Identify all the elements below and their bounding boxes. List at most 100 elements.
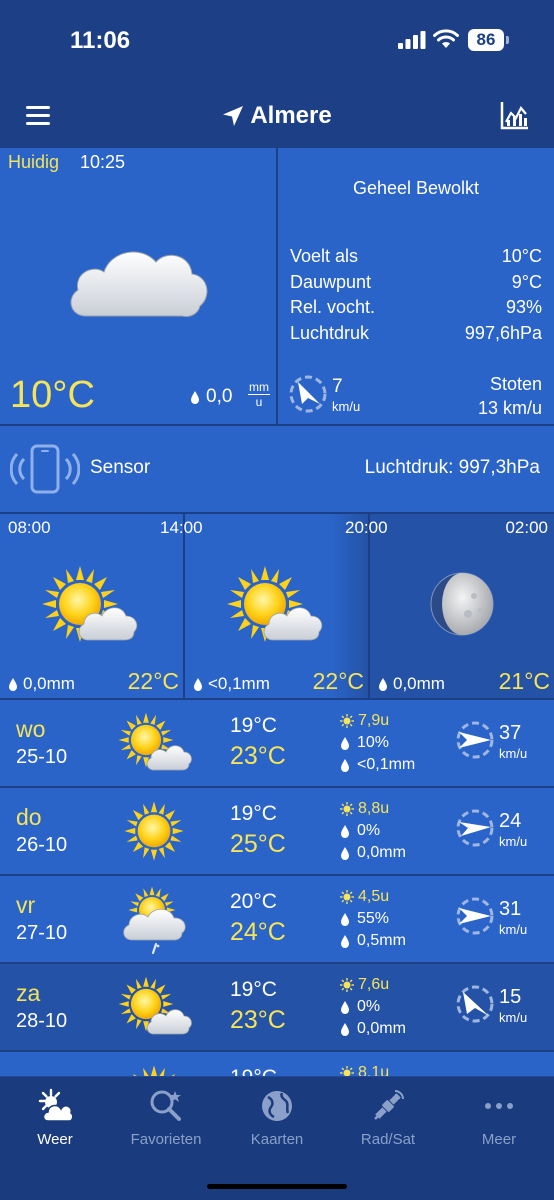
hour-precip-value: 0,0mm [23,674,75,693]
precip-unit-top: mm [248,380,270,395]
current-time: 10:25 [80,152,126,172]
tab-label: Kaarten [250,1131,304,1148]
sun-hours-value: 8,8u [358,800,390,817]
sun-hours-value: 7,9u [358,712,390,729]
current-precipitation: 0,0 [190,386,232,408]
drop-icon [341,935,349,948]
sensor-label: Sensor [90,457,151,478]
location-title[interactable]: Almere [0,84,554,148]
tab-meer[interactable]: Meer [444,1087,554,1148]
hour-time: 20:00 [345,518,388,537]
sun-hours: 7,6u [340,974,406,996]
sensor-pressure: Luchtdruk: 997,3hPa [364,457,540,478]
battery-tip [506,36,509,44]
hourly-forecast[interactable]: 08:00 0,0mm 22°C 14:00 <0,1mm 22°C 20:00… [0,514,554,698]
hourly-block[interactable]: 14:00 <0,1mm 22°C [160,514,368,698]
globe-icon [262,1091,292,1121]
city-name: Almere [250,102,332,129]
tab-rad-sat[interactable]: Rad/Sat [333,1087,443,1148]
drop-icon [341,913,349,926]
current-temperature: 10°C [10,374,95,416]
condition-text: Geheel Bewolkt [352,178,480,198]
day-max-temp: 23°C [230,742,286,770]
chart-icon[interactable] [500,100,530,130]
sun-cloud-icon [227,566,323,642]
day-date: 26-10 [16,834,68,856]
day-min-temp: 19°C [230,802,277,825]
drop-icon [341,847,349,860]
day-row[interactable]: za 28-10 19°C 23°C 7,6u 0% 0,0mm 15 km/u [0,964,554,1050]
sun-cloud-icon [42,566,138,642]
day-info: 8,8u 0% 0,0mm [340,798,406,864]
current-left-panel: Huidig 10:25 10°C 0,0 mm u [0,148,276,424]
hour-precip: 0,0mm [8,674,75,694]
day-date: 25-10 [16,746,68,768]
day-min-temp: 19°C [230,978,277,1001]
metric-label: Rel. vocht. [290,297,376,317]
sun-hours-value: 7,6u [358,976,390,993]
wind-direction-icon [289,375,327,413]
sun-hours-value: 4,5u [358,888,390,905]
sun-hours: 8,8u [340,798,406,820]
home-indicator[interactable] [207,1184,347,1189]
day-row[interactable]: do 26-10 19°C 25°C 8,8u 0% 0,0mm 24 km/u [0,788,554,874]
drop-icon [341,825,349,838]
day-date: 27-10 [16,922,68,944]
hourly-block[interactable]: 20:00 02:00 0,0mm 21°C [345,514,554,698]
precip-amount-value: 0,0mm [357,844,406,861]
metric-label: Voelt als [290,246,359,266]
sensor-row[interactable]: Sensor Luchtdruk: 997,3hPa [0,426,554,512]
metric-row: Rel. vocht. 93% [290,297,542,323]
phone-sensor-icon [10,444,80,494]
sun-hours: 7,9u [340,710,415,732]
day-wind-speed: 37 [499,722,522,744]
current-conditions[interactable]: Huidig 10:25 10°C 0,0 mm u Geheel Bewolk… [0,148,554,424]
precip-amount-value: 0,5mm [357,932,406,949]
precip-amount: 0,0mm [340,1018,406,1040]
hour-temp: 22°C [312,668,364,694]
hourly-block[interactable]: 08:00 0,0mm 22°C [0,514,183,698]
metric-label: Luchtdruk [290,322,370,343]
gust-value: 13 km/u [477,398,542,418]
day-wind-unit: km/u [499,834,528,849]
wind-direction-icon [456,897,494,935]
status-bar: 11:06 86 [0,0,554,84]
location-arrow-icon [223,106,244,126]
day-name: vr [16,892,36,918]
day-row[interactable]: wo 25-10 19°C 23°C 7,9u 10% <0,1mm 37 km… [0,700,554,786]
precip-chance-value: 10% [357,734,390,751]
wind-direction-icon [456,985,494,1023]
hour-time: 08:00 [8,518,51,537]
battery-indicator: 86 [468,29,504,51]
satellite-icon [374,1090,404,1120]
precip-chance-value: 55% [357,910,390,927]
day-name: za [16,980,41,1006]
day-row[interactable]: vr 27-10 20°C 24°C 4,5u 55% 0,5mm 31 km/… [0,876,554,962]
more-icon [485,1103,513,1109]
tab-bar: Weer Favorieten Kaarten Rad/Sat Meer [0,1076,554,1200]
tab-weer[interactable]: Weer [0,1087,110,1148]
day-wind-unit: km/u [499,922,528,937]
wind-direction-icon [456,809,494,847]
drop-icon [379,678,387,691]
drop-icon [9,678,17,691]
day-min-temp: 19°C [230,714,277,737]
tab-kaarten[interactable]: Kaarten [222,1087,332,1148]
drop-icon [194,678,202,691]
sun-cloud-icon [118,712,192,771]
wind-direction-icon [456,721,494,759]
sun-small-icon [340,978,354,992]
weather-icon [38,1088,74,1122]
tab-label: Rad/Sat [360,1131,416,1148]
precip-amount: 0,5mm [340,930,406,952]
drop-icon [341,1023,349,1036]
day-name: wo [16,716,46,742]
hour-temp: 22°C [127,668,179,694]
hour-precip-value: <0,1mm [208,674,270,693]
tab-label: Weer [37,1131,73,1148]
hour-time: 02:00 [505,518,548,537]
day-wind-unit: km/u [499,1010,528,1025]
tab-favorieten[interactable]: Favorieten [111,1087,221,1148]
metric-value: 9°C [511,271,542,292]
hour-precip: 0,0mm [378,674,445,694]
